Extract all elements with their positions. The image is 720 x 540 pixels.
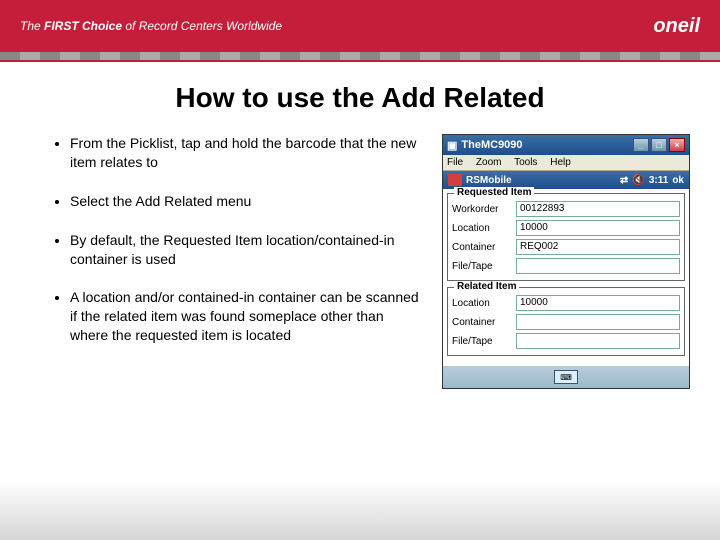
label-filetape: File/Tape <box>452 336 516 347</box>
window-titlebar: ▣ TheMC9090 _ □ × <box>443 135 689 155</box>
input-rel-filetape[interactable] <box>516 333 680 349</box>
pda-taskbar: ⌨ <box>443 366 689 388</box>
menu-bar: File Zoom Tools Help <box>443 155 689 171</box>
pda-body: Requested Item Workorder00122893 Locatio… <box>443 189 689 366</box>
volume-icon: 🔇 <box>632 175 644 186</box>
menu-tools[interactable]: Tools <box>514 157 537 168</box>
decorative-stripe-red <box>0 60 720 62</box>
pda-time: 3:11 <box>649 175 668 186</box>
requested-legend: Requested Item <box>454 187 534 198</box>
menu-zoom[interactable]: Zoom <box>476 157 502 168</box>
input-rel-container[interactable] <box>516 314 680 330</box>
window-title: TheMC9090 <box>461 139 629 151</box>
tagline-bold: FIRST Choice <box>44 19 122 33</box>
bullet-item: Select the Add Related menu <box>70 192 422 211</box>
bullet-item: A location and/or contained-in container… <box>70 288 422 345</box>
pda-title: RSMobile <box>466 175 616 186</box>
label-location: Location <box>452 223 516 234</box>
connectivity-icon: ⇄ <box>620 175 628 186</box>
keyboard-icon[interactable]: ⌨ <box>554 370 578 384</box>
input-req-location[interactable]: 10000 <box>516 220 680 236</box>
input-workorder[interactable]: 00122893 <box>516 201 680 217</box>
brand-header: The FIRST Choice of Record Centers World… <box>0 0 720 52</box>
requested-item-group: Requested Item Workorder00122893 Locatio… <box>447 193 685 281</box>
decorative-stripe <box>0 52 720 60</box>
brand-logo: oneil <box>653 15 700 38</box>
bullet-item: From the Picklist, tap and hold the barc… <box>70 134 422 172</box>
label-workorder: Workorder <box>452 204 516 215</box>
input-req-container[interactable]: REQ002 <box>516 239 680 255</box>
input-req-filetape[interactable] <box>516 258 680 274</box>
related-legend: Related Item <box>454 281 519 292</box>
tagline-pre: The <box>20 19 44 33</box>
bullet-list: From the Picklist, tap and hold the barc… <box>50 134 422 389</box>
label-container: Container <box>452 317 516 328</box>
start-icon[interactable] <box>448 174 462 186</box>
related-item-group: Related Item Location10000 Container Fil… <box>447 287 685 356</box>
slide-title: How to use the Add Related <box>0 82 720 114</box>
menu-file[interactable]: File <box>447 157 463 168</box>
label-container: Container <box>452 242 516 253</box>
bullet-item: By default, the Requested Item location/… <box>70 231 422 269</box>
app-icon: ▣ <box>447 139 457 152</box>
tagline: The FIRST Choice of Record Centers World… <box>20 19 282 33</box>
minimize-button[interactable]: _ <box>633 138 649 152</box>
device-screenshot: ▣ TheMC9090 _ □ × File Zoom Tools Help R… <box>442 134 690 389</box>
tagline-post: of Record Centers Worldwide <box>122 19 282 33</box>
label-filetape: File/Tape <box>452 261 516 272</box>
label-location: Location <box>452 298 516 309</box>
menu-help[interactable]: Help <box>550 157 571 168</box>
slide-content: From the Picklist, tap and hold the barc… <box>0 114 720 389</box>
close-button[interactable]: × <box>669 138 685 152</box>
maximize-button[interactable]: □ <box>651 138 667 152</box>
ok-button[interactable]: ok <box>672 175 684 186</box>
footer-background <box>0 480 720 540</box>
input-rel-location[interactable]: 10000 <box>516 295 680 311</box>
